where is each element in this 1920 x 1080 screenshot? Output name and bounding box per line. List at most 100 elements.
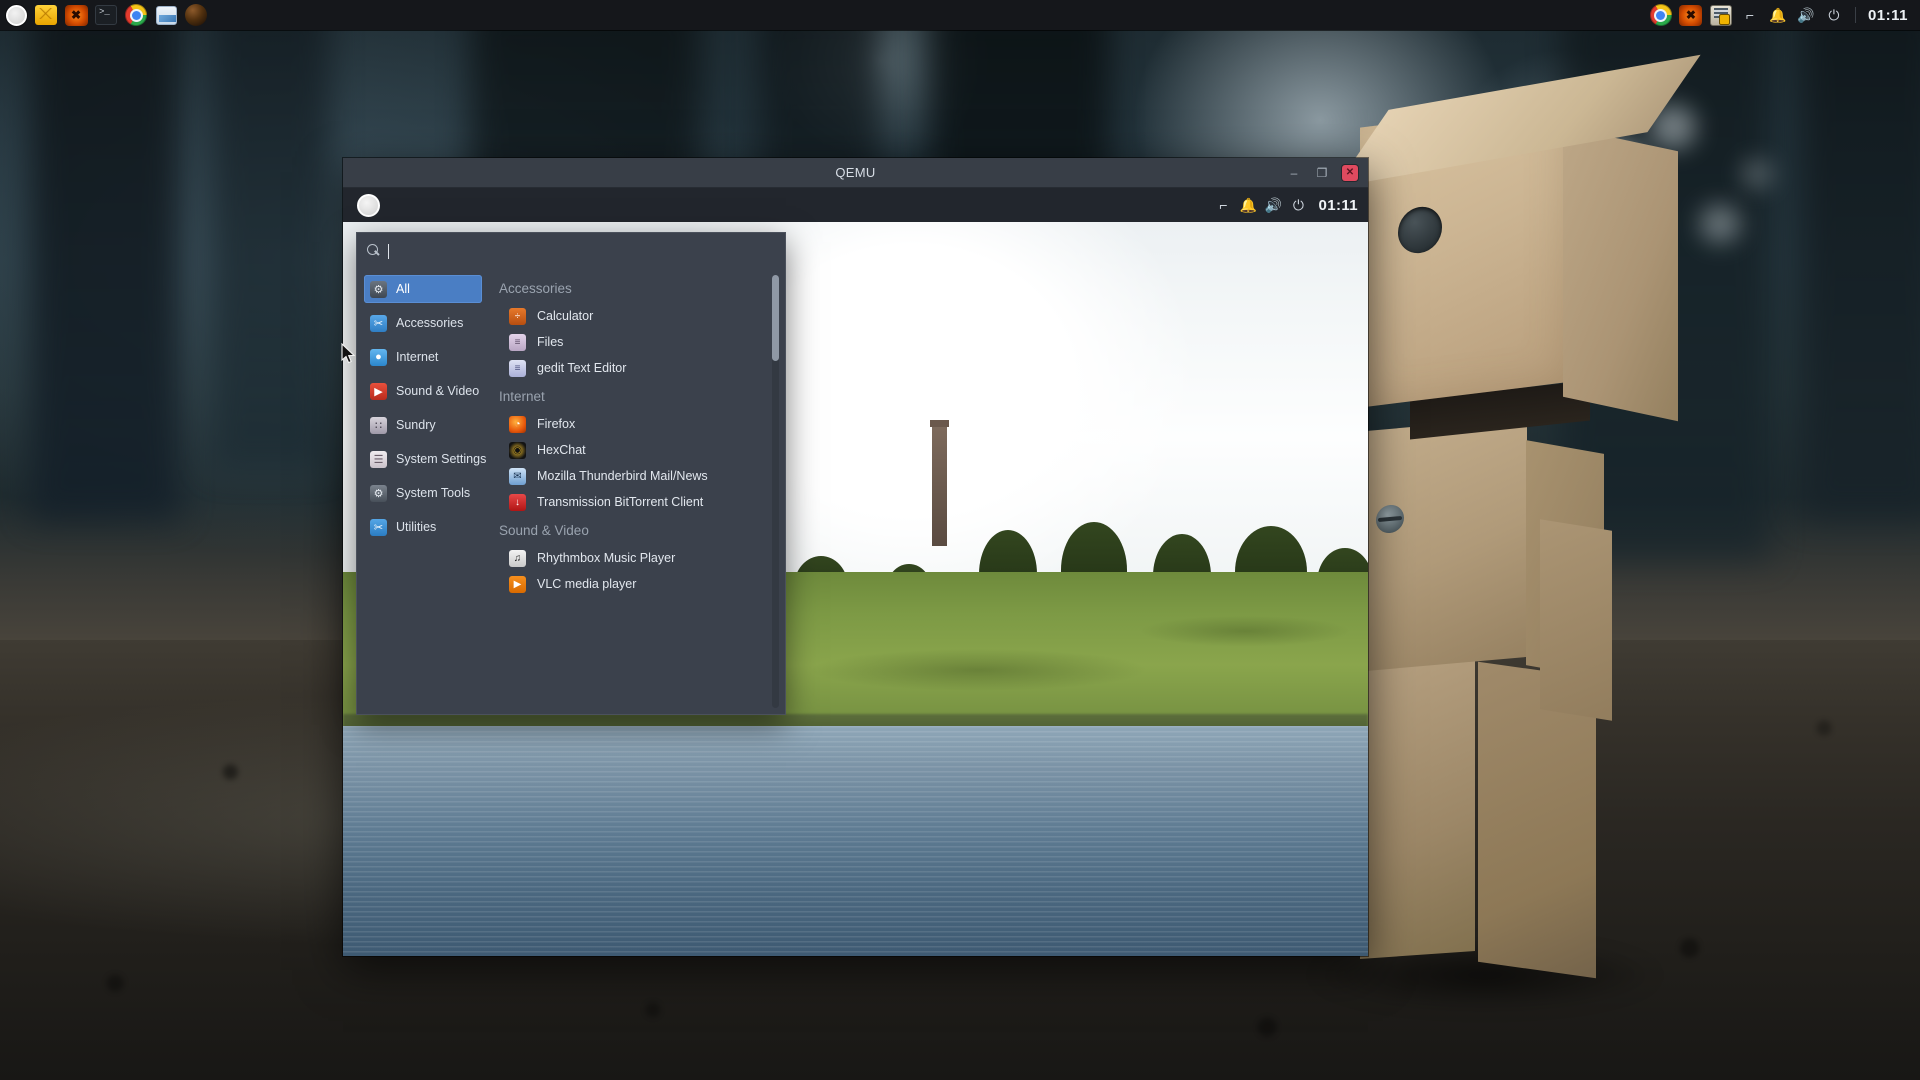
group-header-sound-and-video: Sound & Video [499, 523, 589, 538]
qemu-window-title: QEMU [835, 165, 876, 180]
sliders-icon: ☰ [370, 450, 387, 468]
globe-icon: ● [370, 348, 387, 366]
menu-search-row [357, 233, 785, 269]
volume-icon[interactable]: 🔊 [1262, 197, 1284, 214]
maximize-button[interactable]: ❐ [1314, 165, 1330, 181]
close-button[interactable]: ✕ [1342, 164, 1358, 181]
network-icon[interactable]: ⌐ [1737, 1, 1763, 29]
notification-bell-icon[interactable]: 🔔 [1765, 1, 1791, 29]
system-tray: ⌐ 🔔 🔊 ⏻ 01:11 [1647, 1, 1920, 29]
app-item-files[interactable]: ≡ Files [491, 329, 785, 355]
terminal-icon[interactable] [92, 1, 120, 29]
category-label: Sundry [396, 418, 436, 432]
gear-icon: ⚙ [370, 484, 387, 502]
category-internet[interactable]: ● Internet [364, 343, 482, 371]
wallpaper-blur-shape [30, 0, 180, 520]
app-label: gedit Text Editor [537, 361, 627, 375]
menu-body: ⚙ All ✂ Accessories ● Internet ▶ Sound &… [357, 269, 785, 714]
x-tray-icon[interactable] [1677, 1, 1705, 29]
chrome-tray-icon[interactable] [1647, 1, 1675, 29]
play-icon: ▶ [370, 382, 387, 400]
search-input[interactable] [367, 239, 775, 263]
category-accessories[interactable]: ✂ Accessories [364, 309, 482, 337]
window-controls: – ❐ ✕ [1286, 164, 1368, 181]
x-app-icon[interactable] [62, 1, 90, 29]
qemu-titlebar[interactable]: QEMU – ❐ ✕ [343, 158, 1368, 188]
app-item-thunderbird[interactable]: ✉ Mozilla Thunderbird Mail/News [491, 463, 785, 489]
app-item-vlc[interactable]: ▶ VLC media player [491, 571, 785, 597]
thunderbird-icon: ✉ [509, 467, 526, 485]
menu-application-list[interactable]: Accessories ÷ Calculator ≡ Files ≡ gedit… [487, 269, 785, 714]
app-label: Transmission BitTorrent Client [537, 495, 704, 509]
firefox-icon: ◔ [509, 415, 526, 433]
category-utilities[interactable]: ✂ Utilities [364, 513, 482, 541]
power-icon[interactable]: ⏻ [1821, 1, 1847, 29]
app-label: HexChat [537, 443, 586, 457]
category-system-tools[interactable]: ⚙ System Tools [364, 479, 482, 507]
guest-wallpaper-lake [343, 725, 1368, 956]
menu-category-list: ⚙ All ✂ Accessories ● Internet ▶ Sound &… [357, 269, 487, 714]
text-editor-icon: ≡ [509, 359, 526, 377]
app-item-firefox[interactable]: ◔ Firefox [491, 411, 785, 437]
files-icon: ≡ [509, 333, 526, 351]
volume-icon[interactable]: 🔊 [1793, 1, 1819, 29]
category-label: All [396, 282, 410, 296]
category-sound-and-video[interactable]: ▶ Sound & Video [364, 377, 482, 405]
app-item-transmission[interactable]: ↓ Transmission BitTorrent Client [491, 489, 785, 515]
app-label: Firefox [537, 417, 576, 431]
category-label: System Settings [396, 452, 487, 466]
vlc-icon: ▶ [509, 575, 526, 593]
category-system-settings[interactable]: ☰ System Settings [364, 445, 486, 473]
calculator-icon: ÷ [509, 307, 526, 325]
grid-icon: ∷ [370, 416, 387, 434]
power-icon[interactable]: ⏻ [1287, 197, 1309, 214]
app-label: Files [537, 335, 564, 349]
text-caret [388, 243, 389, 259]
mint-menu-icon[interactable] [2, 1, 30, 29]
update-manager-icon[interactable] [1707, 1, 1735, 29]
tray-divider [1854, 7, 1856, 23]
scissors-icon: ✂ [370, 314, 387, 332]
app-item-calculator[interactable]: ÷ Calculator [491, 303, 785, 329]
wallpaper-blur-shape [1800, 0, 1920, 520]
guest-system-tray: ⌐ 🔔 🔊 ⏻ 01:11 [1212, 197, 1368, 214]
category-sundry[interactable]: ∷ Sundry [364, 411, 482, 439]
application-menu[interactable]: ⚙ All ✂ Accessories ● Internet ▶ Sound &… [356, 232, 786, 715]
wallpaper-blur-shape [210, 0, 330, 470]
mouse-cursor [341, 343, 356, 364]
chrome-icon[interactable] [122, 1, 150, 29]
sphere-icon[interactable] [182, 1, 210, 29]
scrollbar-thumb[interactable] [772, 275, 779, 361]
app-label: Rhythmbox Music Player [537, 551, 676, 565]
category-label: Utilities [396, 520, 437, 534]
guest-wallpaper-tower [930, 420, 950, 547]
rhythmbox-icon: ♫ [509, 549, 526, 567]
group-header-internet: Internet [499, 389, 545, 404]
network-icon[interactable]: ⌐ [1212, 197, 1234, 213]
minimize-button[interactable]: – [1286, 165, 1302, 181]
category-label: Accessories [396, 316, 464, 330]
category-label: System Tools [396, 486, 471, 500]
guest-top-panel[interactable]: ⌐ 🔔 🔊 ⏻ 01:11 [343, 188, 1368, 222]
gear-icon: ⚙ [370, 280, 387, 298]
panel-clock[interactable]: 01:11 [1864, 7, 1912, 24]
category-all[interactable]: ⚙ All [364, 275, 482, 303]
panel-launchers [0, 1, 210, 29]
crown-icon[interactable] [32, 1, 60, 29]
app-item-rhythmbox[interactable]: ♫ Rhythmbox Music Player [491, 545, 785, 571]
notification-bell-icon[interactable]: 🔔 [1237, 197, 1259, 214]
group-header-accessories: Accessories [499, 281, 572, 296]
app-label: Calculator [537, 309, 594, 323]
app-item-gedit[interactable]: ≡ gedit Text Editor [491, 355, 785, 381]
app-label: Mozilla Thunderbird Mail/News [537, 469, 708, 483]
guest-mint-menu-button[interactable] [351, 188, 385, 222]
guest-clock[interactable]: 01:11 [1312, 197, 1358, 214]
scissors-icon: ✂ [370, 518, 387, 536]
hexchat-icon: ◉ [509, 441, 526, 459]
danbo-robot [1310, 54, 1770, 1010]
transmission-icon: ↓ [509, 493, 526, 511]
top-panel[interactable]: ⌐ 🔔 🔊 ⏻ 01:11 [0, 0, 1920, 30]
app-item-hexchat[interactable]: ◉ HexChat [491, 437, 785, 463]
search-icon [367, 244, 381, 258]
document-viewer-icon[interactable] [152, 1, 180, 29]
